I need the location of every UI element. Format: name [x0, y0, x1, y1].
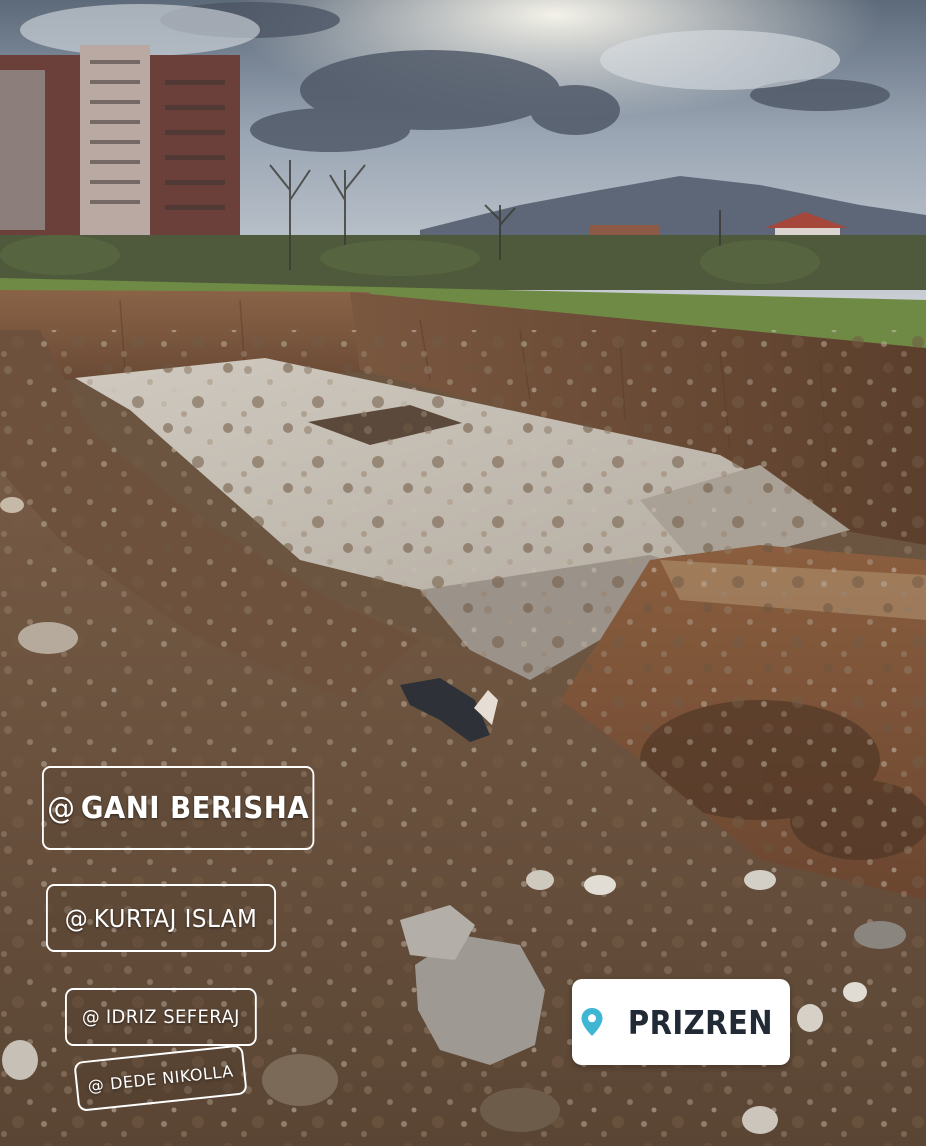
- mention-name: KURTAJ ISLAM: [93, 903, 258, 933]
- mention-at-symbol: @: [64, 903, 89, 933]
- mention-name: IDRIZ SEFERAJ: [105, 1006, 240, 1028]
- mention-name: DEDE NIKOLLA: [109, 1061, 235, 1093]
- mention-at-symbol: @: [86, 1074, 106, 1096]
- mention-tag-idriz-seferaj[interactable]: @ IDRIZ SEFERAJ: [65, 988, 257, 1046]
- mention-at-symbol: @: [47, 790, 76, 826]
- location-pin-icon: [581, 1008, 603, 1036]
- mention-name: GANI BERISHA: [80, 790, 310, 826]
- location-sticker[interactable]: PRIZREN: [572, 979, 790, 1065]
- location-label: PRIZREN: [627, 1002, 773, 1042]
- mention-tag-kurtaj-islam[interactable]: @ KURTAJ ISLAM: [46, 884, 276, 952]
- construction-site-photo: [0, 0, 926, 1146]
- mention-tag-gani-berisha[interactable]: @ GANI BERISHA: [42, 766, 315, 850]
- mention-at-symbol: @: [81, 1006, 101, 1028]
